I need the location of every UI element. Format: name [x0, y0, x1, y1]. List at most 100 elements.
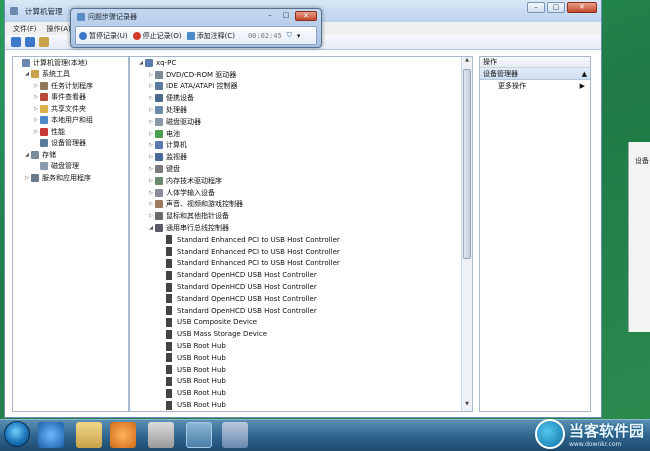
maximize-button[interactable]: □: [547, 2, 565, 13]
device-category[interactable]: ▷ 计算机: [130, 140, 472, 152]
usb-device-icon: [166, 400, 172, 410]
expand-icon[interactable]: ▷: [148, 131, 154, 137]
expand-icon[interactable]: ▷: [148, 83, 154, 89]
usb-device-item[interactable]: Standard Enhanced PCI to USB Host Contro…: [130, 258, 472, 270]
minimize-button[interactable]: –: [527, 2, 545, 13]
vertical-scrollbar[interactable]: ▲ ▼: [461, 57, 472, 411]
expand-icon[interactable]: ▷: [148, 166, 154, 172]
tree-item[interactable]: 设备管理器: [13, 138, 128, 150]
psr-maximize-button[interactable]: □: [279, 11, 293, 21]
device-category[interactable]: ▷ 内存技术驱动程序: [130, 175, 472, 187]
usb-device-item[interactable]: USB Root Hub: [130, 340, 472, 352]
device-category[interactable]: ▷图像设备: [130, 411, 472, 412]
collapse-up-icon[interactable]: ▲: [582, 68, 587, 79]
usb-device-item[interactable]: Standard Enhanced PCI to USB Host Contro…: [130, 246, 472, 258]
device-category[interactable]: ▷ IDE ATA/ATAPI 控制器: [130, 81, 472, 93]
computer-management-taskbar-icon[interactable]: [222, 422, 248, 448]
tree-item[interactable]: ◢ 存储: [13, 149, 128, 161]
usb-device-item[interactable]: USB Root Hub: [130, 352, 472, 364]
tree-item-icon: [31, 70, 39, 79]
usb-device-item[interactable]: Standard Enhanced PCI to USB Host Contro…: [130, 234, 472, 246]
device-category[interactable]: ▷ 电池: [130, 128, 472, 140]
psr-minimize-button[interactable]: –: [263, 11, 277, 21]
usb-device-item[interactable]: USB Root Hub: [130, 399, 472, 411]
usb-device-item[interactable]: Standard OpenHCD USB Host Controller: [130, 269, 472, 281]
tree-expander-icon[interactable]: ◢: [24, 71, 30, 77]
tree-item[interactable]: ◢ 系统工具: [13, 69, 128, 81]
usb-device-item[interactable]: USB Root Hub: [130, 364, 472, 376]
expand-icon[interactable]: ◢: [148, 225, 154, 231]
psr-close-button[interactable]: ✕: [295, 11, 317, 21]
tree-expander-icon[interactable]: ▷: [33, 129, 39, 135]
expand-icon[interactable]: ▷: [148, 107, 154, 113]
device-category[interactable]: ▷ 便携设备: [130, 92, 472, 104]
expand-icon[interactable]: ▷: [148, 154, 154, 160]
start-button[interactable]: [4, 421, 30, 447]
expand-icon[interactable]: ◢: [138, 60, 144, 66]
explorer-icon[interactable]: [76, 422, 102, 448]
folder-icon[interactable]: [39, 37, 49, 47]
expand-icon[interactable]: ▷: [148, 119, 154, 125]
device-root[interactable]: ◢ xq-PC: [130, 57, 472, 69]
tree-expander-icon[interactable]: ▷: [33, 117, 39, 123]
device-category[interactable]: ▷ 鼠标和其他指针设备: [130, 210, 472, 222]
device-category[interactable]: ▷ 监视器: [130, 151, 472, 163]
usb-device-item[interactable]: USB Root Hub: [130, 387, 472, 399]
pause-record-button[interactable]: 暂停记录(U): [79, 31, 128, 41]
device-category[interactable]: ▷ 磁盘驱动器: [130, 116, 472, 128]
tree-expander-icon[interactable]: ▷: [33, 83, 39, 89]
device-label: 电池: [166, 129, 180, 138]
usb-device-item[interactable]: USB Composite Device: [130, 317, 472, 329]
add-comment-button[interactable]: 添加注释(C): [186, 31, 235, 41]
tree-expander-icon[interactable]: ▷: [24, 175, 30, 181]
ie-icon[interactable]: [38, 422, 64, 448]
expand-icon[interactable]: ▷: [148, 178, 154, 184]
back-arrow-icon[interactable]: [11, 37, 21, 47]
media-player-icon[interactable]: [110, 422, 136, 448]
help-icon[interactable]: ⛉: [287, 31, 292, 40]
usb-device-item[interactable]: USB Mass Storage Device: [130, 328, 472, 340]
usb-device-item[interactable]: Standard OpenHCD USB Host Controller: [130, 281, 472, 293]
expand-icon[interactable]: ▷: [148, 72, 154, 78]
device-category-icon: [155, 188, 163, 197]
dropdown-chevron-icon[interactable]: ▾: [297, 32, 301, 40]
device-category[interactable]: ▷ 键盘: [130, 163, 472, 175]
scroll-up-icon[interactable]: ▲: [462, 57, 472, 67]
tree-expander-icon[interactable]: ◢: [24, 152, 30, 158]
more-actions-item[interactable]: 更多操作 ▶: [480, 80, 590, 93]
device-label: 监视器: [166, 153, 187, 162]
expand-icon[interactable]: ▷: [148, 201, 154, 207]
device-category[interactable]: ▷ 处理器: [130, 104, 472, 116]
usb-app-icon[interactable]: [186, 422, 212, 448]
snipping-tool-icon[interactable]: [148, 422, 174, 448]
usb-device-item[interactable]: Standard OpenHCD USB Host Controller: [130, 305, 472, 317]
tree-item[interactable]: 计算机管理(本地): [13, 57, 128, 69]
expand-icon[interactable]: ▷: [148, 190, 154, 196]
actions-device-manager[interactable]: 设备管理器 ▲: [480, 68, 590, 80]
stop-record-button[interactable]: 停止记录(O): [132, 31, 182, 41]
usb-device-item[interactable]: USB Root Hub: [130, 376, 472, 388]
expand-icon[interactable]: ▷: [148, 95, 154, 101]
device-category[interactable]: ▷ 声音、视频和游戏控制器: [130, 199, 472, 211]
menu-action[interactable]: 操作(A): [47, 24, 71, 34]
tree-item[interactable]: ▷ 共享文件夹: [13, 103, 128, 115]
forward-arrow-icon[interactable]: [25, 37, 35, 47]
device-category[interactable]: ◢ 通用串行总线控制器: [130, 222, 472, 234]
device-category[interactable]: ▷ DVD/CD-ROM 驱动器: [130, 69, 472, 81]
expand-icon[interactable]: ▷: [148, 142, 154, 148]
tree-expander-icon[interactable]: ▷: [33, 106, 39, 112]
expand-icon[interactable]: ▷: [148, 213, 154, 219]
tree-item[interactable]: 磁盘管理: [13, 161, 128, 173]
scroll-thumb[interactable]: [463, 69, 471, 259]
menu-file[interactable]: 文件(F): [13, 24, 37, 34]
scroll-down-icon[interactable]: ▼: [462, 401, 472, 411]
usb-device-item[interactable]: Standard OpenHCD USB Host Controller: [130, 293, 472, 305]
device-category[interactable]: ▷ 人体学输入设备: [130, 187, 472, 199]
tree-item[interactable]: ▷ 性能: [13, 126, 128, 138]
tree-expander-icon[interactable]: ▷: [33, 94, 39, 100]
tree-item[interactable]: ▷ 事件查看器: [13, 92, 128, 104]
tree-item[interactable]: ▷ 本地用户和组: [13, 115, 128, 127]
tree-item[interactable]: ▷ 任务计划程序: [13, 80, 128, 92]
tree-item[interactable]: ▷ 服务和应用程序: [13, 172, 128, 184]
close-button[interactable]: ✕: [567, 2, 597, 13]
